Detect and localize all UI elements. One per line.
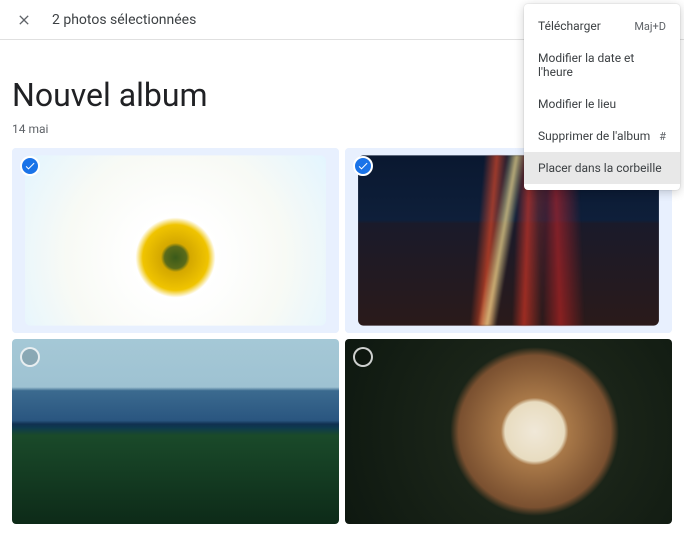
selection-check-icon[interactable] xyxy=(353,347,373,367)
selection-check-icon[interactable] xyxy=(20,156,40,176)
menu-item-edit-location[interactable]: Modifier le lieu xyxy=(524,88,680,120)
menu-item-shortcut: # xyxy=(659,130,666,143)
photo-thumbnail xyxy=(12,339,339,524)
photo-item[interactable] xyxy=(345,339,672,524)
selection-count-text: 2 photos sélectionnées xyxy=(52,12,196,28)
selection-check-icon[interactable] xyxy=(353,156,373,176)
context-menu: Télécharger Maj+D Modifier la date et l'… xyxy=(524,4,680,190)
photo-item[interactable] xyxy=(12,148,339,333)
menu-item-edit-date[interactable]: Modifier la date et l'heure xyxy=(524,42,680,88)
close-icon xyxy=(16,12,32,28)
photo-item[interactable] xyxy=(12,339,339,524)
menu-item-remove-from-album[interactable]: Supprimer de l'album # xyxy=(524,120,680,152)
menu-item-label: Placer dans la corbeille xyxy=(538,161,662,175)
check-icon xyxy=(357,160,369,172)
menu-item-label: Supprimer de l'album xyxy=(538,129,650,143)
menu-item-download[interactable]: Télécharger Maj+D xyxy=(524,10,680,42)
menu-item-move-to-trash[interactable]: Placer dans la corbeille xyxy=(524,152,680,184)
photo-thumbnail xyxy=(345,339,672,524)
menu-item-shortcut: Maj+D xyxy=(634,20,666,33)
menu-item-label: Télécharger xyxy=(538,19,601,33)
selection-check-icon[interactable] xyxy=(20,347,40,367)
check-icon xyxy=(24,160,36,172)
menu-item-label: Modifier la date et l'heure xyxy=(538,51,666,79)
close-selection-button[interactable] xyxy=(12,8,36,32)
menu-item-label: Modifier le lieu xyxy=(538,97,616,111)
photo-thumbnail xyxy=(25,155,326,325)
photo-grid xyxy=(12,148,672,524)
